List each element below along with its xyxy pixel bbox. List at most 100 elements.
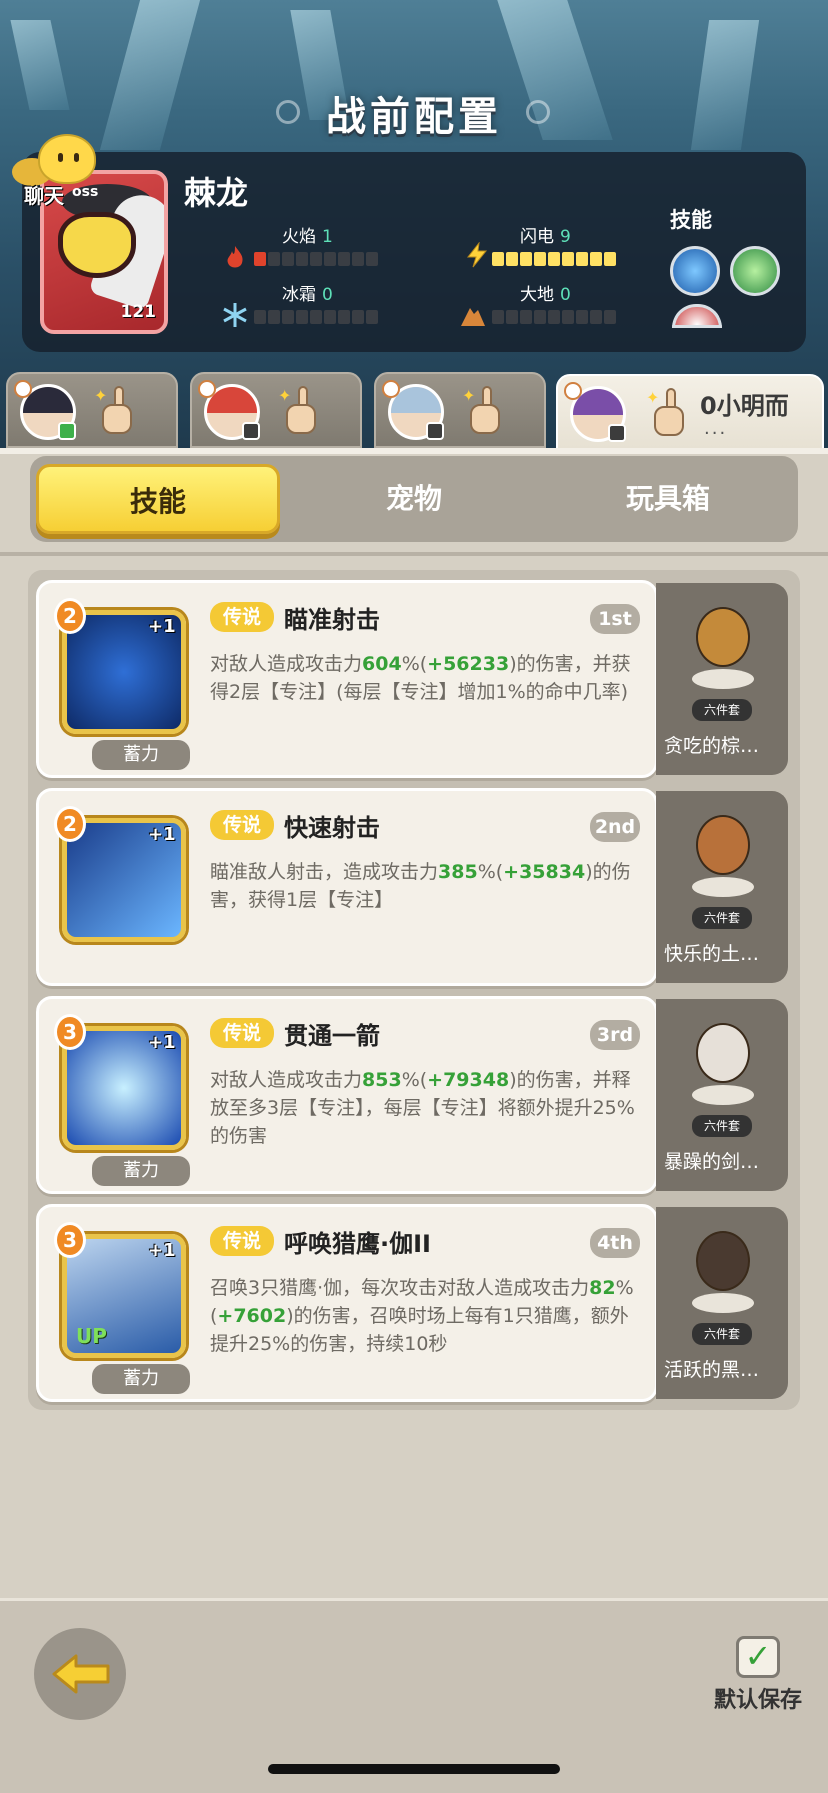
rarity-badge: 传说 xyxy=(210,810,274,840)
tab-toybox[interactable]: 玩具箱 xyxy=(546,464,790,534)
skill-card[interactable]: 2 +1 蓄力 传说 瞄准射击 1st 对敌人造成攻击力604%(+56233)… xyxy=(36,580,658,778)
skill-description-part: %( xyxy=(477,861,504,883)
skill-name: 呼唤猎鹰·伽II xyxy=(284,1230,431,1258)
default-save-checkbox[interactable]: ✓ xyxy=(736,1636,780,1678)
hero-class-icon xyxy=(14,380,32,398)
earth-progress-bar xyxy=(492,310,616,324)
skill-order-badge: 1st xyxy=(590,604,640,634)
skill-description-part: 385 xyxy=(438,861,478,883)
pet-name: 贪吃的棕… xyxy=(664,735,760,757)
skill-description: 对敌人造成攻击力853%(+79348)的伤害，并释放至多3层【专注】，每层【专… xyxy=(210,1066,640,1150)
pet-slot[interactable]: 六件套 快乐的土… xyxy=(656,791,788,983)
chat-icon[interactable] xyxy=(38,134,96,184)
skill-order-badge: 4th xyxy=(590,1228,640,1258)
chat-status-icon xyxy=(608,424,626,442)
chat-status-icon xyxy=(426,422,444,440)
frost-progress-bar xyxy=(254,310,378,324)
upgrade-icon: UP xyxy=(76,1324,107,1348)
skill-description-part: +79348 xyxy=(427,1069,510,1091)
skill-level-badge: 3 xyxy=(54,1222,86,1258)
boss-level: 121 xyxy=(120,302,157,322)
skill-description-part: %( xyxy=(401,1069,428,1091)
hero-class-icon xyxy=(198,380,216,398)
chat-status-icon xyxy=(242,422,260,440)
skill-description-part: 853 xyxy=(362,1069,402,1091)
tab-pets[interactable]: 宠物 xyxy=(292,464,536,534)
skill-name: 快速射击 xyxy=(284,814,380,842)
swordsman-cat-pet-icon xyxy=(686,1013,760,1111)
divider xyxy=(0,552,828,556)
skill-description-part: 召唤3只猎鹰·伽，每次攻击对敌人造成攻击力 xyxy=(210,1277,590,1299)
chat-status-icon xyxy=(58,422,76,440)
hero-class-icon xyxy=(564,382,582,400)
rarity-badge: 传说 xyxy=(210,1018,274,1048)
team-tab-2[interactable]: ✦ xyxy=(190,372,362,448)
pet-name: 快乐的土… xyxy=(664,943,760,965)
skill-bonus: +1 xyxy=(148,1240,176,1261)
boss-tag: oss xyxy=(72,184,99,200)
snowflake-icon xyxy=(223,303,247,327)
pet-name: 活跃的黑… xyxy=(664,1359,760,1381)
skill-level-badge: 2 xyxy=(54,806,86,842)
green-orb-skill-icon[interactable] xyxy=(730,246,780,296)
black-boar-pet-icon xyxy=(686,1221,760,1319)
team-tab-4[interactable]: ✦ 0小明而 ... xyxy=(556,374,824,450)
skill-card[interactable]: 2 +1 传说 快速射击 2nd 瞄准敌人射击，造成攻击力385%(+35834… xyxy=(36,788,658,986)
boss-skills-label: 技能 xyxy=(670,208,712,232)
skill-card[interactable]: 3 +1 蓄力 传说 贯通一箭 3rd 对敌人造成攻击力853%(+79348)… xyxy=(36,996,658,1194)
back-button[interactable] xyxy=(34,1628,126,1720)
skill-order-badge: 3rd xyxy=(590,1020,640,1050)
skill-level-badge: 2 xyxy=(54,598,86,634)
hero-class-icon xyxy=(382,380,400,398)
skill-bonus: +1 xyxy=(148,824,176,845)
skill-level-badge: 3 xyxy=(54,1014,86,1050)
team-tab-3[interactable]: ✦ xyxy=(374,372,546,448)
tap-hand-icon: ✦ xyxy=(462,386,506,436)
tap-hand-icon: ✦ xyxy=(646,388,690,438)
charge-tag: 蓄力 xyxy=(92,1364,190,1394)
skill-description: 瞄准敌人射击，造成攻击力385%(+35834)的伤害，获得1层【专注】 xyxy=(210,858,640,914)
earth-icon xyxy=(461,308,485,326)
skill-description-part: +35834 xyxy=(503,861,586,883)
player-name: 0小明而 xyxy=(700,392,789,420)
skill-card[interactable]: 3 +1 UP 蓄力 传说 呼唤猎鹰·伽II 4th 召唤3只猎鹰·伽，每次攻击… xyxy=(36,1204,658,1402)
team-tab-1[interactable]: ✦ xyxy=(6,372,178,448)
bee-bear-pet-icon xyxy=(686,597,760,695)
charge-tag: 蓄力 xyxy=(92,740,190,770)
skill-description-part: +56233 xyxy=(427,653,510,675)
pet-set-badge: 六件套 xyxy=(692,1323,752,1345)
pet-set-badge: 六件套 xyxy=(692,1115,752,1137)
tab-skills[interactable]: 技能 xyxy=(36,464,280,534)
fire-icon xyxy=(227,246,243,268)
default-save-label[interactable]: 默认保存 xyxy=(714,1682,802,1714)
blue-orb-skill-icon[interactable] xyxy=(670,246,720,296)
pet-slot[interactable]: 六件套 贪吃的棕… xyxy=(656,583,788,775)
skill-description-part: 对敌人造成攻击力 xyxy=(210,653,363,675)
tap-hand-icon: ✦ xyxy=(278,386,322,436)
skill-description-part: 瞄准敌人射击，造成攻击力 xyxy=(210,861,439,883)
home-indicator[interactable] xyxy=(268,1764,560,1774)
rarity-badge: 传说 xyxy=(210,1226,274,1256)
skill-description-part: %( xyxy=(401,653,428,675)
charge-tag: 蓄力 xyxy=(92,1156,190,1186)
lightning-progress-bar xyxy=(492,252,616,266)
pet-slot[interactable]: 六件套 暴躁的剑… xyxy=(656,999,788,1191)
skill-description: 对敌人造成攻击力604%(+56233)的伤害，并获得2层【专注】(每层【专注】… xyxy=(210,650,640,706)
tap-hand-icon: ✦ xyxy=(94,386,138,436)
fire-progress-bar xyxy=(254,252,378,266)
chat-label[interactable]: 聊天 xyxy=(24,180,64,209)
skill-description-part: 对敌人造成攻击力 xyxy=(210,1069,363,1091)
skill-description-part: 82 xyxy=(589,1277,616,1299)
lightning-icon xyxy=(466,242,488,268)
back-arrow-icon xyxy=(52,1654,110,1694)
skill-order-badge: 2nd xyxy=(590,812,640,842)
pet-name: 暴躁的剑… xyxy=(664,1151,760,1173)
rarity-badge: 传说 xyxy=(210,602,274,632)
skill-name: 瞄准射击 xyxy=(284,606,380,634)
skill-description-part: +7602 xyxy=(217,1305,287,1327)
pet-slot[interactable]: 六件套 活跃的黑… xyxy=(656,1207,788,1399)
player-subtitle: ... xyxy=(704,418,728,439)
skill-description: 召唤3只猎鹰·伽，每次攻击对敌人造成攻击力82%(+7602)的伤害，召唤时场上… xyxy=(210,1274,640,1358)
skill-bonus: +1 xyxy=(148,1032,176,1053)
skill-description-part: 604 xyxy=(362,653,402,675)
